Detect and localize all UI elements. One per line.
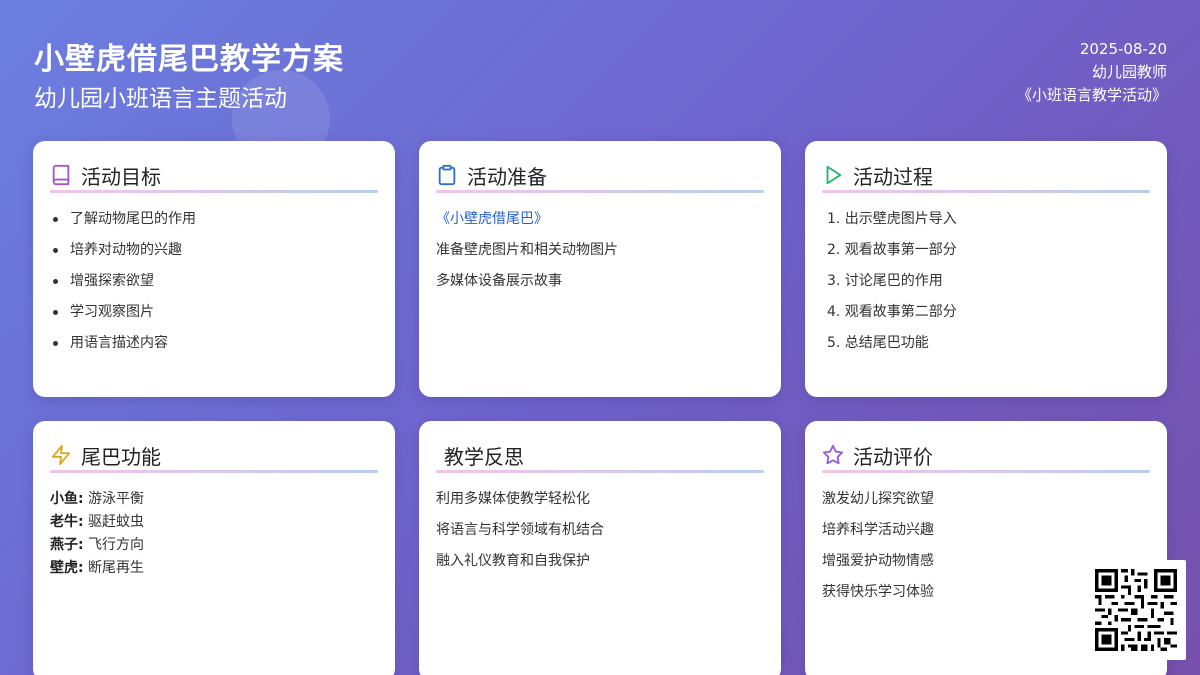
animal-name: 小鱼: — [50, 491, 84, 507]
card-preparation-header: 活动准备 — [436, 158, 764, 192]
card-evaluation-title: 活动评价 — [853, 444, 933, 469]
card-tail-functions-title: 尾巴功能 — [81, 444, 161, 469]
list-item: 将语言与科学领域有机结合 — [436, 522, 604, 538]
list-item: 利用多媒体使教学轻松化 — [436, 491, 590, 507]
list-item: 壁虎: 断尾再生 — [50, 558, 378, 581]
card-goals-header: 活动目标 — [50, 158, 378, 192]
star-icon — [822, 444, 844, 466]
header-meta: 2025-08-20 幼儿园教师 《小班语言教学活动》 — [1017, 38, 1167, 107]
page-title: 小壁虎借尾巴教学方案 — [34, 42, 344, 77]
book-icon — [50, 164, 72, 186]
card-tail-functions: 尾巴功能 小鱼: 游泳平衡 老牛: 驱赶蚊虫 燕子: 飞行方向 壁虎: 断尾再生 — [33, 421, 395, 675]
date-label: 2025-08-20 — [1079, 40, 1167, 58]
list-item: 激发幼儿探究欲望 — [822, 491, 934, 507]
lightning-icon — [50, 444, 72, 466]
function-text: 飞行方向 — [83, 537, 145, 553]
card-evaluation-header: 活动评价 — [822, 438, 1150, 472]
card-divider — [50, 470, 378, 473]
list-item: 增强探索欲望 — [50, 271, 378, 302]
story-link[interactable]: 《小壁虎借尾巴》 — [436, 209, 764, 240]
list-item: 小鱼: 游泳平衡 — [50, 489, 378, 512]
animal-name: 壁虎: — [50, 560, 84, 576]
author-label: 幼儿园教师 — [1091, 63, 1167, 81]
card-tail-functions-header: 尾巴功能 — [50, 438, 378, 472]
list-item: 学习观察图片 — [50, 302, 378, 333]
function-text: 断尾再生 — [83, 560, 145, 576]
function-text: 驱赶蚊虫 — [83, 514, 145, 530]
card-divider — [436, 470, 764, 473]
play-icon — [822, 164, 844, 186]
list-item: 准备壁虎图片和相关动物图片 — [436, 242, 618, 258]
card-reflection-title: 教学反思 — [444, 444, 524, 469]
function-text: 游泳平衡 — [83, 491, 145, 507]
card-reflection-header: 教学反思 — [436, 438, 764, 472]
list-item: 3. 讨论尾巴的作用 — [827, 273, 943, 289]
page-subtitle: 幼儿园小班语言主题活动 — [34, 86, 287, 112]
card-goals-title: 活动目标 — [81, 164, 161, 189]
list-item: 燕子: 飞行方向 — [50, 535, 378, 558]
card-preparation: 活动准备 《小壁虎借尾巴》 准备壁虎图片和相关动物图片 多媒体设备展示故事 — [419, 141, 781, 397]
card-divider — [822, 470, 1150, 473]
list-item: 了解动物尾巴的作用 — [50, 209, 378, 240]
qr-code-icon — [1086, 560, 1186, 660]
card-process-title: 活动过程 — [853, 164, 933, 189]
process-list: 1. 出示壁虎图片导入 2. 观看故事第一部分 3. 讨论尾巴的作用 4. 观看… — [822, 209, 1150, 364]
card-goals: 活动目标 了解动物尾巴的作用 培养对动物的兴趣 增强探索欲望 学习观察图片 用语… — [33, 141, 395, 397]
card-reflection: 教学反思 利用多媒体使教学轻松化 将语言与科学领域有机结合 融入礼仪教育和自我保… — [419, 421, 781, 675]
animal-name: 老牛: — [50, 514, 84, 530]
list-item: 2. 观看故事第一部分 — [827, 242, 957, 258]
list-item: 培养科学活动兴趣 — [822, 522, 934, 538]
course-label: 《小班语言教学活动》 — [1016, 86, 1167, 104]
card-preparation-title: 活动准备 — [467, 164, 547, 189]
list-item: 用语言描述内容 — [50, 333, 378, 364]
list-item: 5. 总结尾巴功能 — [827, 335, 929, 351]
list-item: 融入礼仪教育和自我保护 — [436, 553, 590, 569]
animal-name: 燕子: — [50, 537, 84, 553]
list-item: 1. 出示壁虎图片导入 — [827, 211, 957, 227]
list-item: 老牛: 驱赶蚊虫 — [50, 512, 378, 535]
card-divider — [436, 190, 764, 193]
tail-functions-list: 小鱼: 游泳平衡 老牛: 驱赶蚊虫 燕子: 飞行方向 壁虎: 断尾再生 — [50, 489, 378, 581]
card-divider — [822, 190, 1150, 193]
list-item: 4. 观看故事第二部分 — [827, 304, 957, 320]
clipboard-icon — [436, 164, 458, 186]
goals-list: 了解动物尾巴的作用 培养对动物的兴趣 增强探索欲望 学习观察图片 用语言描述内容 — [50, 209, 378, 364]
card-divider — [50, 190, 378, 193]
list-item: 培养对动物的兴趣 — [50, 240, 378, 271]
list-item: 多媒体设备展示故事 — [436, 273, 562, 289]
card-process: 活动过程 1. 出示壁虎图片导入 2. 观看故事第一部分 3. 讨论尾巴的作用 … — [805, 141, 1167, 397]
preparation-list: 《小壁虎借尾巴》 准备壁虎图片和相关动物图片 多媒体设备展示故事 — [436, 209, 764, 302]
reflection-list: 利用多媒体使教学轻松化 将语言与科学领域有机结合 融入礼仪教育和自我保护 — [436, 489, 764, 582]
card-process-header: 活动过程 — [822, 158, 1150, 192]
